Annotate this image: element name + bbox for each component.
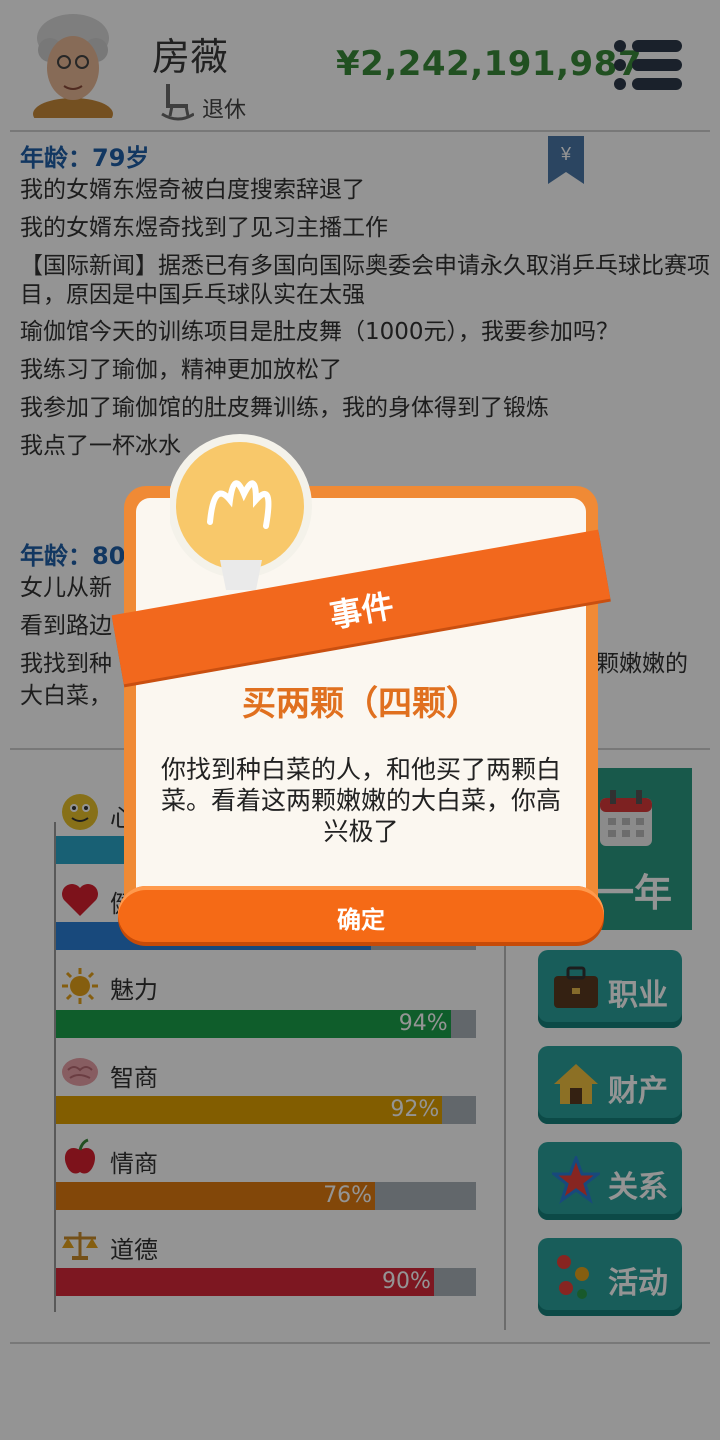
confirm-button-label: 确定 — [337, 906, 385, 934]
event-dialog: 事件 买两颗（四颗） 你找到种白菜的人，和他买了两颗白菜。看着这两颗嫩嫩的大白菜… — [111, 434, 611, 942]
dialog-title: 买两颗（四颗） — [242, 684, 480, 724]
confirm-button[interactable]: 确定 — [118, 886, 604, 942]
dialog-message: 你找到种白菜的人，和他买了两颗白菜。看着这两颗嫩嫩的大白菜，你高兴极了 — [160, 755, 561, 846]
